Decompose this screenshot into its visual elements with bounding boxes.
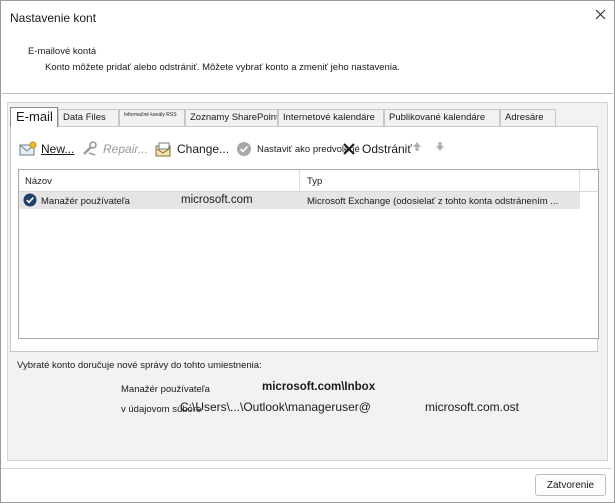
tab-sharepoint-lists[interactable]: Zoznamy SharePointu bbox=[185, 109, 278, 126]
data-file-name: microsoft.com.ost bbox=[425, 400, 520, 414]
arrow-up-icon bbox=[412, 141, 422, 155]
section-heading: E-mailové kontá bbox=[28, 46, 97, 57]
footer-divider bbox=[1, 468, 612, 469]
new-email-icon bbox=[19, 140, 37, 158]
column-divider bbox=[579, 170, 580, 192]
delivery-account: Manažér používateľa bbox=[121, 384, 210, 395]
account-domain: microsoft.com bbox=[181, 194, 253, 206]
change-button[interactable]: Change... bbox=[155, 139, 229, 159]
remove-button[interactable]: Odstrániť bbox=[340, 139, 412, 159]
new-account-label: New... bbox=[41, 142, 75, 156]
data-file-path: C:\Users\...\Outlook\manageruser@ bbox=[180, 400, 371, 414]
repair-button[interactable]: Repair... bbox=[81, 139, 148, 159]
column-divider bbox=[299, 170, 300, 192]
list-header: Názov Typ bbox=[19, 170, 598, 192]
accounts-list[interactable]: Názov Typ Manažér používateľa microsoft.… bbox=[18, 169, 599, 339]
close-dialog-button[interactable]: Zatvorenie bbox=[535, 474, 606, 496]
remove-label: Odstrániť bbox=[362, 142, 412, 156]
tab-address-books[interactable]: Adresáre bbox=[500, 109, 556, 126]
delivery-inbox: microsoft.com\Inbox bbox=[262, 381, 376, 393]
close-window-button[interactable] bbox=[589, 6, 611, 26]
arrow-down-icon bbox=[435, 141, 445, 155]
new-account-button[interactable]: New... bbox=[19, 139, 74, 159]
tab-internet-calendars[interactable]: Internetové kalendáre bbox=[278, 109, 384, 126]
remove-x-icon bbox=[340, 140, 358, 158]
section-description: Konto môžete pridať alebo odstrániť. Môž… bbox=[45, 62, 400, 73]
table-row[interactable]: Manažér používateľa microsoft.com Micros… bbox=[19, 192, 580, 209]
column-header-type[interactable]: Typ bbox=[307, 176, 322, 187]
change-icon bbox=[155, 140, 173, 158]
account-name: Manažér používateľa bbox=[41, 196, 130, 207]
repair-icon bbox=[81, 140, 99, 158]
account-type: Microsoft Exchange (odosielať z tohto ko… bbox=[307, 196, 559, 207]
header-divider bbox=[2, 93, 613, 94]
delivery-location-label: Vybraté konto doručuje nové správy do to… bbox=[17, 360, 262, 371]
dialog-title: Nastavenie kont bbox=[10, 11, 97, 25]
tab-email[interactable]: E-mail bbox=[10, 107, 58, 127]
tab-data-files[interactable]: Data Files bbox=[58, 109, 119, 126]
tab-published-calendars[interactable]: Publikované kalendáre bbox=[384, 109, 500, 126]
move-down-button[interactable] bbox=[433, 141, 447, 155]
close-icon bbox=[595, 9, 606, 23]
move-up-button[interactable] bbox=[410, 141, 424, 155]
tab-rss-feeds[interactable]: Informačné kanály RSS bbox=[119, 109, 185, 126]
default-account-check-icon bbox=[23, 193, 37, 207]
repair-label: Repair... bbox=[103, 142, 148, 156]
change-label: Change... bbox=[177, 142, 230, 156]
column-header-name[interactable]: Názov bbox=[25, 176, 52, 187]
check-circle-icon bbox=[235, 140, 253, 158]
